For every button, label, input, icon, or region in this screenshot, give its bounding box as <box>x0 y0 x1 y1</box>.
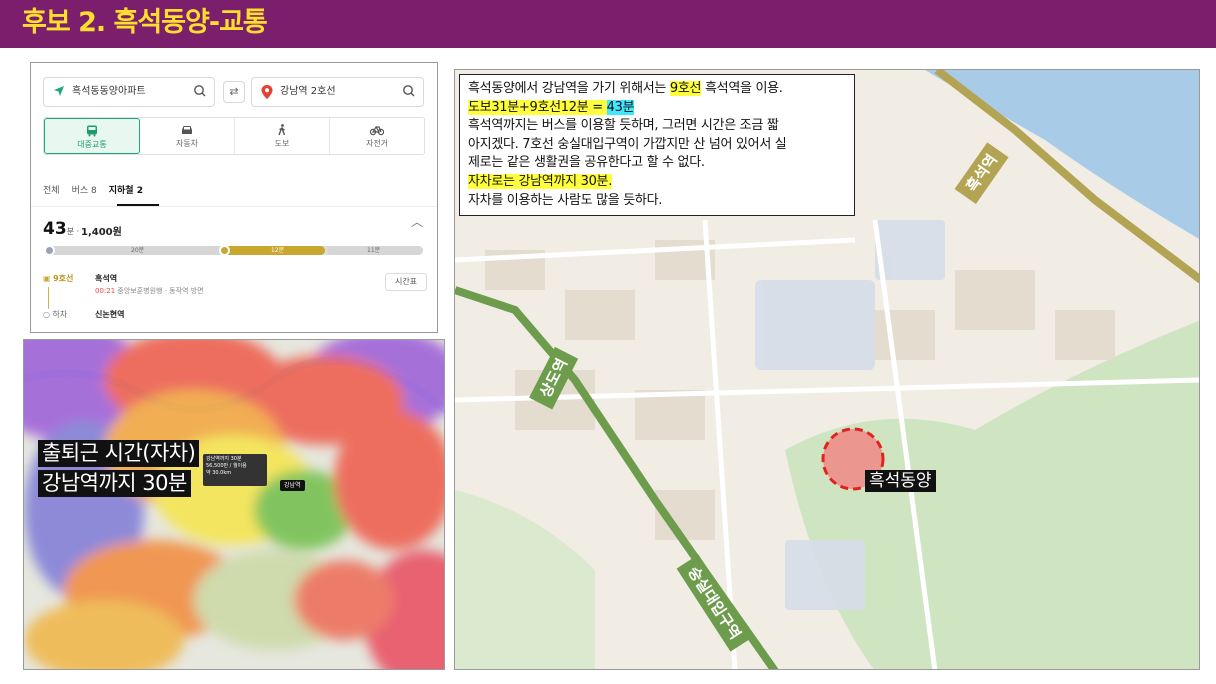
trip-duration: 43분 · <box>43 219 79 239</box>
origin-text: 흑석동동양아파트 <box>72 86 146 97</box>
alight-label: 하차 <box>52 310 68 319</box>
note-highlight: 자차로는 강남역까지 30분. <box>468 173 613 189</box>
destination-input[interactable]: 강남역 2호선 <box>251 77 424 107</box>
filter-bus[interactable]: 버스 8 <box>72 183 97 199</box>
slide-header: 후보 2. 흑석동양-교통 <box>0 0 1216 48</box>
site-label: 흑석동양 <box>865 470 936 492</box>
tab-bicycle[interactable]: 자전거 <box>330 118 424 154</box>
segment-label: 20분 <box>131 247 145 254</box>
bicycle-icon <box>370 125 384 136</box>
popup-line1: 강남역까지 30분 <box>206 456 242 462</box>
swap-arrows-icon: ⇄ <box>229 85 239 98</box>
route-search-row: 흑석동동양아파트 ⇄ 강남역 2호선 <box>43 77 427 107</box>
search-icon[interactable] <box>401 83 417 99</box>
duration-unit: 분 · <box>66 227 80 236</box>
line-badge: 9호선 <box>53 274 74 283</box>
search-icon[interactable] <box>192 83 208 99</box>
walk-icon <box>278 124 286 136</box>
route-search-panel: 흑석동동양아파트 ⇄ 강남역 2호선 대중교통 자동차 도보 자전거 전체 버스… <box>30 62 438 333</box>
filter-all[interactable]: 전체 <box>43 183 60 199</box>
origin-input[interactable]: 흑석동동양아파트 <box>43 77 215 107</box>
analysis-note-box: 흑석동양에서 강남역을 가기 위해서는 9호선 흑석역을 이용. 도보31분+9… <box>459 74 855 216</box>
walk-start-icon <box>44 245 55 256</box>
tab-label: 자전거 <box>365 139 389 148</box>
popup-line3: 약 30.0km <box>206 470 232 476</box>
popup-line2: 56,500만 / 월이용 <box>206 463 247 469</box>
segment-label: 12분 <box>271 247 285 254</box>
heatmap-caption-line1: 출퇴근 시간(자차) <box>38 440 200 467</box>
note-line5: 제로는 같은 생활권을 공유한다고 할 수 없다. <box>468 155 705 171</box>
navigation-arrow-icon <box>53 85 65 100</box>
gangnam-station-tag: 강남역 <box>280 480 305 491</box>
chevron-up-icon[interactable]: ︿ <box>411 213 423 230</box>
tab-label: 대중교통 <box>77 140 107 149</box>
filter-subway[interactable]: 지하철 2 <box>109 183 143 199</box>
duration-value: 43 <box>43 219 67 239</box>
note-line1: 흑석동양에서 강남역을 가기 위해서는 9호선 흑석역을 이용. <box>468 80 846 99</box>
note-line2: 도보31분+9호선12분 = 43분 <box>468 99 846 118</box>
heatmap-caption-line2: 강남역까지 30분 <box>38 470 191 497</box>
board-stop-row: ▣ 9호선 흑석역 00:21 중앙보훈병원행 · 동작역 방면 <box>43 273 204 295</box>
neighborhood-map: 흑석동양에서 강남역을 가기 위해서는 9호선 흑석역을 이용. 도보31분+9… <box>454 69 1200 670</box>
swap-route-button[interactable]: ⇄ <box>223 81 245 103</box>
route-connector-line <box>48 287 49 309</box>
note-line4: 아지겠다. 7호선 숭실대입구역이 가깝지만 산 넘어 있어서 실 <box>468 136 787 152</box>
note-highlight-time: 43분 <box>606 99 635 115</box>
travel-mode-tabs: 대중교통 자동차 도보 자전거 <box>43 117 425 155</box>
note-line7: 자차를 이용하는 사람도 많을 듯하다. <box>468 192 663 208</box>
note-line3: 흑석역까지는 버스를 이용할 듯하며, 그러면 시간은 조금 짧 <box>468 118 779 134</box>
board-time-value: 00:21 <box>95 287 116 295</box>
trip-fare: 1,400원 <box>81 227 122 238</box>
alight-station: 신논현역 <box>95 310 125 319</box>
car-icon <box>182 126 192 134</box>
heatmap-info-popup: 강남역까지 30분 56,500만 / 월이용 약 30.0km <box>203 454 267 486</box>
tab-car[interactable]: 자동차 <box>140 118 235 154</box>
board-detail: 중앙보훈병원행 · 동작역 방면 <box>117 287 204 295</box>
circle-marker-icon: ○ <box>43 310 50 319</box>
commute-heatmap: 출퇴근 시간(자차) 강남역까지 30분 강남역까지 30분 56,500만 /… <box>23 339 445 670</box>
result-filter-tabs: 전체 버스 8 지하철 2 <box>43 183 143 199</box>
note-text: 흑석역을 이용. <box>701 81 783 96</box>
destination-text: 강남역 2호선 <box>280 86 336 97</box>
slide-title: 후보 2. 흑석동양-교통 <box>22 7 268 38</box>
note-line6: 자차로는 강남역까지 30분. <box>468 173 846 192</box>
board-station: 흑석역 <box>95 274 118 283</box>
tab-walk[interactable]: 도보 <box>235 118 330 154</box>
note-text: 흑석동양에서 강남역을 가기 위해서는 <box>468 81 670 96</box>
location-pin-icon <box>261 85 273 102</box>
divider <box>31 206 437 207</box>
segment-bar: 20분 12분 11분 <box>44 245 423 256</box>
heatmap-graphic <box>24 340 444 669</box>
alight-stop-row: ○ 하차 신논현역 <box>43 309 124 320</box>
note-highlight: 도보31분+9호선12분 = <box>468 99 607 115</box>
board-time: 00:21 중앙보훈병원행 · 동작역 방면 <box>95 286 204 297</box>
timetable-button[interactable]: 시간표 <box>385 273 427 291</box>
bus-icon <box>87 125 97 137</box>
tab-label: 자동차 <box>175 139 199 148</box>
subway-train-icon: ▣ <box>43 274 51 283</box>
segment-label: 11분 <box>367 247 381 254</box>
tab-public-transit[interactable]: 대중교통 <box>44 118 140 154</box>
subway-start-icon <box>219 245 230 256</box>
tab-label: 도보 <box>274 139 290 148</box>
note-highlight: 9호선 <box>669 81 702 96</box>
